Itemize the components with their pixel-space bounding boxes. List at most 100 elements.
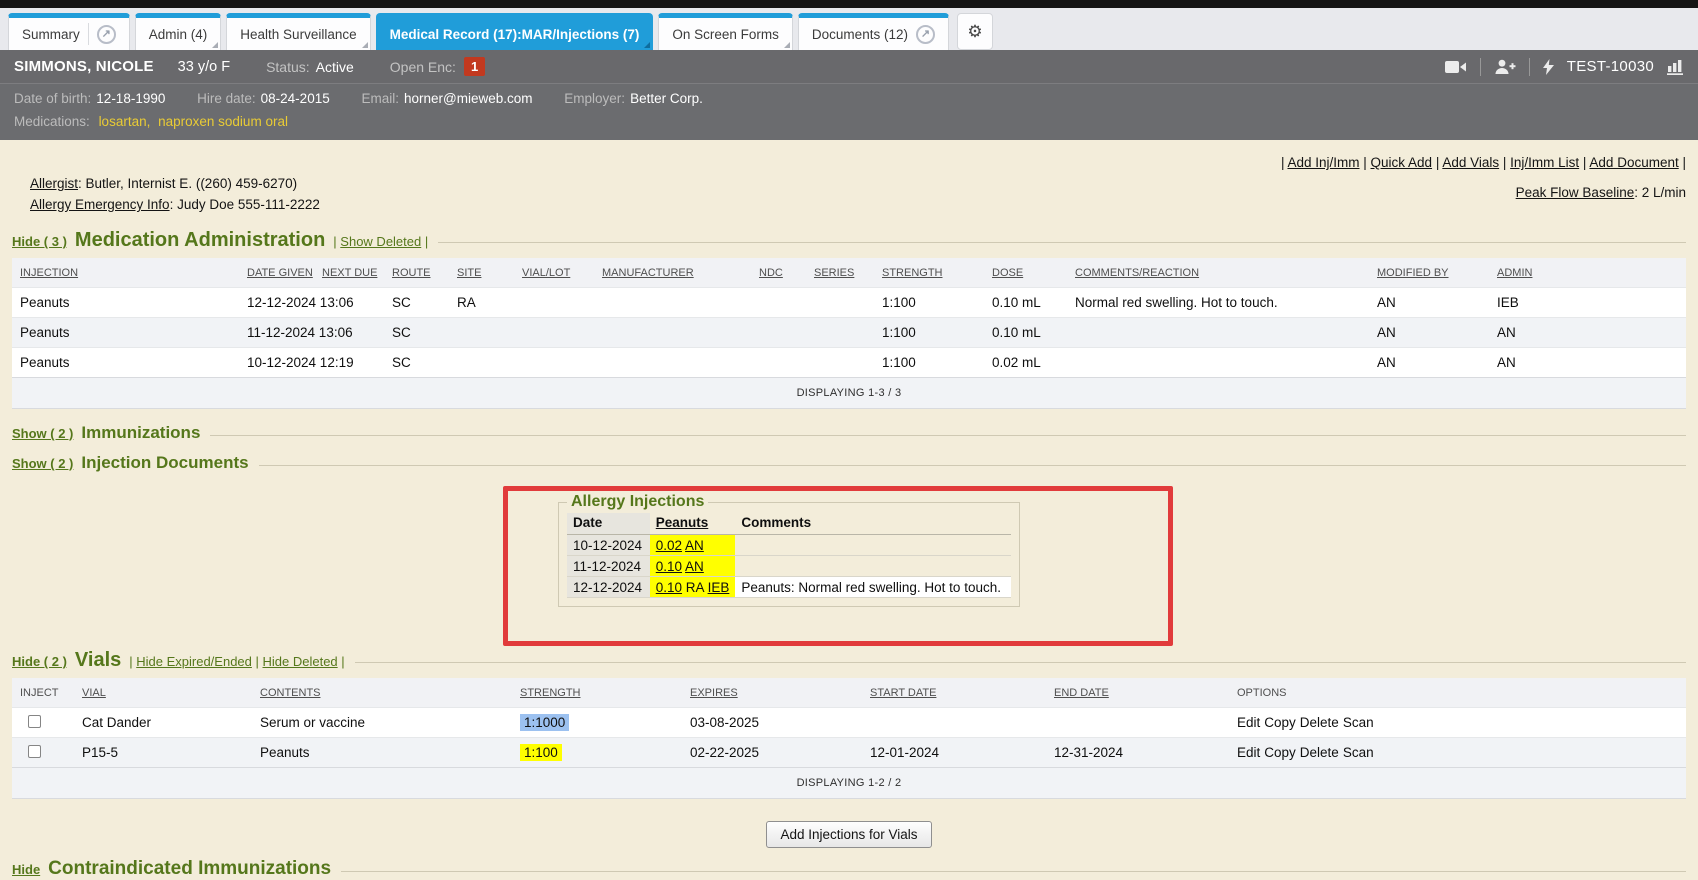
- cell-route: SC: [384, 288, 449, 318]
- video-camera-icon[interactable]: [1445, 60, 1467, 74]
- table-row[interactable]: Peanuts 12-12-2024 13:06 SC RA 1:100 0.1…: [12, 288, 1686, 318]
- copy-link[interactable]: Copy: [1264, 715, 1296, 730]
- cell-options: Edit Copy Delete Scan: [1229, 708, 1686, 738]
- bar-chart-icon[interactable]: [1667, 59, 1684, 75]
- cell-start-date: [862, 708, 1046, 738]
- col-ndc[interactable]: NDC: [759, 267, 783, 279]
- lightning-bolt-icon[interactable]: [1543, 59, 1554, 75]
- tab-admin-label: Admin (4): [149, 27, 208, 42]
- cell-comments: [1067, 348, 1369, 378]
- cell-contents: Serum or vaccine: [252, 708, 512, 738]
- col-options: OPTIONS: [1237, 687, 1287, 699]
- scan-link[interactable]: Scan: [1343, 745, 1374, 760]
- add-document-link[interactable]: Add Document: [1589, 155, 1678, 170]
- jump-arrow-icon[interactable]: ↗: [916, 25, 935, 44]
- table-row[interactable]: Peanuts 11-12-2024 13:06 SC 1:100 0.10 m…: [12, 318, 1686, 348]
- col-strength[interactable]: STRENGTH: [882, 267, 943, 279]
- cell-ndc: [751, 318, 806, 348]
- vials-hide-toggle[interactable]: Hide ( 2 ): [12, 654, 67, 669]
- medications-line: Medications: losartan, naproxen sodium o…: [14, 110, 1684, 133]
- allergy-emergency-info-link[interactable]: Allergy Emergency Info: [30, 197, 170, 212]
- delete-link[interactable]: Delete: [1300, 745, 1339, 760]
- cell-series: [806, 318, 874, 348]
- settings-button[interactable]: ⚙: [957, 13, 993, 50]
- col-vial-lot[interactable]: VIAL/LOT: [522, 267, 570, 279]
- open-enc-badge[interactable]: 1: [464, 57, 485, 76]
- col-route[interactable]: ROUTE: [392, 267, 431, 279]
- inject-checkbox[interactable]: [28, 745, 41, 758]
- col-date-given[interactable]: DATE GIVEN: [247, 267, 313, 279]
- col-site[interactable]: SITE: [457, 267, 481, 279]
- table-row[interactable]: P15-5 Peanuts 1:100 02-22-2025 12-01-202…: [12, 738, 1686, 768]
- contraindicated-hide-toggle[interactable]: Hide: [12, 862, 40, 877]
- col-strength[interactable]: STRENGTH: [520, 687, 581, 699]
- hire-date-label: Hire date:: [197, 91, 256, 106]
- chart-id: TEST-10030: [1567, 58, 1654, 75]
- scan-link[interactable]: Scan: [1343, 715, 1374, 730]
- cell-date-given: 12-12-2024 13:06: [239, 288, 314, 318]
- tab-medical-record[interactable]: Medical Record (17):MAR/Injections (7): [376, 13, 654, 50]
- col-start-date[interactable]: START DATE: [870, 687, 936, 699]
- med-admin-hide-toggle[interactable]: Hide ( 3 ): [12, 234, 67, 249]
- cell-series: [806, 288, 874, 318]
- add-inj-imm-link[interactable]: Add Inj/Imm: [1287, 155, 1359, 170]
- jump-arrow-icon[interactable]: ↗: [97, 25, 116, 44]
- tab-documents[interactable]: Documents (12) ↗: [798, 13, 949, 50]
- cell-contents: Peanuts: [252, 738, 512, 768]
- cell-vial: Cat Dander: [74, 708, 252, 738]
- tab-summary[interactable]: Summary ↗: [8, 13, 130, 50]
- col-manufacturer[interactable]: MANUFACTURER: [602, 267, 694, 279]
- col-admin[interactable]: ADMIN: [1497, 267, 1532, 279]
- vials-header-row: INJECT VIAL CONTENTS STRENGTH EXPIRES ST…: [12, 678, 1686, 708]
- col-vial[interactable]: VIAL: [82, 687, 106, 699]
- peak-flow-baseline-value: : 2 L/min: [1634, 185, 1686, 200]
- cell-vial-lot: [514, 318, 594, 348]
- injection-documents-show-toggle[interactable]: Show ( 2 ): [12, 456, 73, 471]
- tab-on-screen-forms[interactable]: On Screen Forms: [658, 13, 793, 50]
- quick-add-link[interactable]: Quick Add: [1371, 155, 1433, 170]
- col-expires[interactable]: EXPIRES: [690, 687, 738, 699]
- col-end-date[interactable]: END DATE: [1054, 687, 1109, 699]
- dob-value: 12-18-1990: [96, 91, 165, 106]
- col-contents[interactable]: CONTENTS: [260, 687, 321, 699]
- copy-link[interactable]: Copy: [1264, 745, 1296, 760]
- cell-manufacturer: [594, 318, 751, 348]
- table-row[interactable]: Peanuts 10-12-2024 12:19 SC 1:100 0.02 m…: [12, 348, 1686, 378]
- add-injections-for-vials-button[interactable]: Add Injections for Vials: [766, 821, 931, 848]
- edit-link[interactable]: Edit: [1237, 745, 1260, 760]
- inject-checkbox[interactable]: [28, 715, 41, 728]
- delete-link[interactable]: Delete: [1300, 715, 1339, 730]
- add-vials-link[interactable]: Add Vials: [1442, 155, 1499, 170]
- show-deleted-link[interactable]: Show Deleted: [340, 234, 421, 249]
- tab-summary-label: Summary: [22, 27, 80, 42]
- edit-link[interactable]: Edit: [1237, 715, 1260, 730]
- col-next-due[interactable]: NEXT DUE: [322, 267, 377, 279]
- med-admin-section-header: Hide ( 3 ) Medication Administration Sho…: [12, 229, 1686, 252]
- inj-imm-list-link[interactable]: Inj/Imm List: [1510, 155, 1579, 170]
- divider: [1480, 58, 1481, 76]
- med-admin-title: Medication Administration: [75, 229, 325, 252]
- table-row[interactable]: Cat Dander Serum or vaccine 1:1000 03-08…: [12, 708, 1686, 738]
- col-injection[interactable]: INJECTION: [20, 267, 78, 279]
- cell-series: [806, 348, 874, 378]
- injection-documents-section-header: Show ( 2 ) Injection Documents: [12, 453, 1686, 473]
- cell-ndc: [751, 288, 806, 318]
- tab-health-surveillance[interactable]: Health Surveillance: [226, 13, 370, 50]
- gear-icon: ⚙: [967, 22, 982, 42]
- col-series[interactable]: SERIES: [814, 267, 854, 279]
- medication-link[interactable]: losartan: [99, 114, 147, 129]
- cell-ndc: [751, 348, 806, 378]
- cell-comments: [1067, 318, 1369, 348]
- add-person-icon[interactable]: [1494, 59, 1516, 75]
- peak-flow-baseline-link[interactable]: Peak Flow Baseline: [1516, 185, 1635, 200]
- medication-link[interactable]: naproxen sodium oral: [158, 114, 288, 129]
- immunizations-show-toggle[interactable]: Show ( 2 ): [12, 426, 73, 441]
- col-dose[interactable]: DOSE: [992, 267, 1023, 279]
- col-modified-by[interactable]: MODIFIED BY: [1377, 267, 1449, 279]
- section-rule: [259, 465, 1686, 466]
- col-comments-reaction[interactable]: COMMENTS/REACTION: [1075, 267, 1199, 279]
- tab-admin[interactable]: Admin (4): [135, 13, 222, 50]
- hide-expired-ended-link[interactable]: Hide Expired/Ended: [136, 654, 252, 669]
- allergist-link[interactable]: Allergist: [30, 176, 78, 191]
- hide-deleted-link[interactable]: Hide Deleted: [263, 654, 338, 669]
